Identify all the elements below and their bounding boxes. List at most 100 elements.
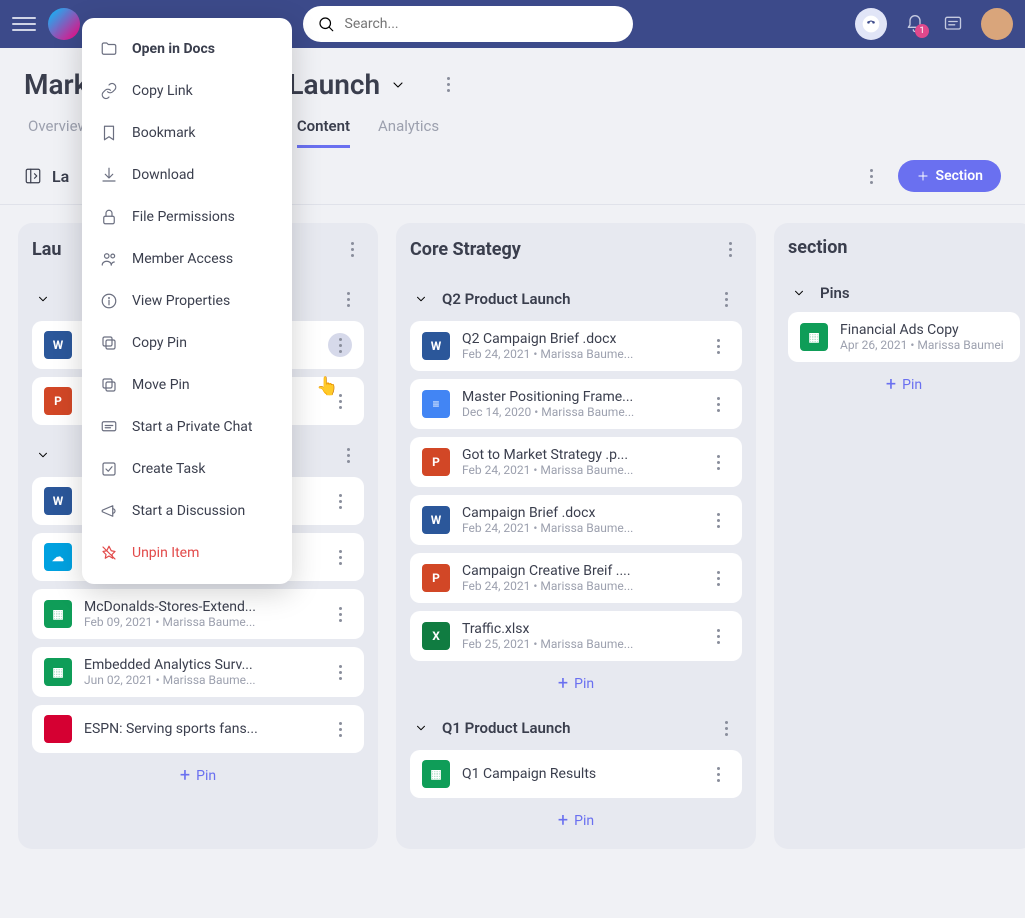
copy-icon bbox=[100, 334, 118, 352]
sheets-icon: ▦ bbox=[44, 658, 72, 686]
chat-icon bbox=[100, 418, 118, 436]
face-icon bbox=[861, 14, 881, 34]
card-menu[interactable] bbox=[706, 508, 730, 532]
column-title: Core Strategy bbox=[410, 239, 521, 260]
page-title-left: Mark bbox=[24, 68, 88, 101]
file-card[interactable]: W Q2 Campaign Brief .docxFeb 24, 2021 • … bbox=[410, 321, 742, 371]
add-pin-button[interactable]: +Pin bbox=[410, 798, 742, 835]
page-menu[interactable] bbox=[436, 73, 460, 97]
tab-overview[interactable]: Overview bbox=[28, 117, 89, 148]
group-title: Pins bbox=[820, 284, 850, 302]
brand-logo[interactable] bbox=[48, 8, 80, 40]
file-card[interactable]: ▦ McDonalds-Stores-Extend...Feb 09, 2021… bbox=[32, 589, 364, 639]
card-menu[interactable] bbox=[328, 545, 352, 569]
context-menu: Open in Docs Copy Link Bookmark Download… bbox=[82, 18, 292, 584]
subbar-label: La bbox=[52, 167, 69, 186]
group-menu[interactable] bbox=[336, 287, 360, 311]
add-pin-button[interactable]: +Pin bbox=[32, 753, 364, 790]
ctx-copy-link[interactable]: Copy Link bbox=[82, 70, 292, 112]
ctx-open-in-docs[interactable]: Open in Docs bbox=[82, 28, 292, 70]
card-menu[interactable] bbox=[328, 602, 352, 626]
search-input[interactable] bbox=[345, 16, 619, 32]
card-menu[interactable] bbox=[328, 660, 352, 684]
ctx-unpin-item[interactable]: Unpin Item bbox=[82, 532, 292, 574]
file-card[interactable]: W Campaign Brief .docxFeb 24, 2021 • Mar… bbox=[410, 495, 742, 545]
hamburger-menu[interactable] bbox=[12, 12, 36, 36]
page-title-right: Launch bbox=[288, 68, 380, 101]
file-card[interactable]: P Campaign Creative Breif ....Feb 24, 20… bbox=[410, 553, 742, 603]
word-icon: W bbox=[422, 332, 450, 360]
ctx-create-task[interactable]: Create Task bbox=[82, 448, 292, 490]
info-icon bbox=[100, 292, 118, 310]
chat-icon bbox=[943, 14, 963, 34]
ctx-move-pin[interactable]: Move Pin bbox=[82, 364, 292, 406]
chevron-down-icon[interactable] bbox=[792, 286, 806, 300]
file-card[interactable]: ▦ Q1 Campaign Results bbox=[410, 750, 742, 798]
add-pin-button[interactable]: +Pin bbox=[410, 661, 742, 698]
salesforce-icon: ☁ bbox=[44, 543, 72, 571]
group-menu[interactable] bbox=[336, 443, 360, 467]
user-avatar[interactable] bbox=[981, 8, 1013, 40]
card-menu[interactable] bbox=[328, 717, 352, 741]
task-icon bbox=[100, 460, 118, 478]
chevron-down-icon[interactable] bbox=[414, 292, 428, 306]
column-title: Lau bbox=[32, 239, 61, 260]
card-menu[interactable] bbox=[706, 762, 730, 786]
tab-analytics[interactable]: Analytics bbox=[378, 117, 439, 148]
download-icon bbox=[100, 166, 118, 184]
link-icon bbox=[100, 82, 118, 100]
card-menu[interactable] bbox=[328, 333, 352, 357]
file-card[interactable]: ≡ Master Positioning Frame...Dec 14, 202… bbox=[410, 379, 742, 429]
column-section: section Pins ▦ Financial Ads CopyApr 26,… bbox=[774, 223, 1025, 849]
powerpoint-icon: P bbox=[422, 448, 450, 476]
card-menu[interactable] bbox=[706, 334, 730, 358]
ctx-copy-pin[interactable]: Copy Pin bbox=[82, 322, 292, 364]
sheets-icon: ▦ bbox=[800, 323, 828, 351]
espn-icon bbox=[44, 715, 72, 743]
column-menu[interactable] bbox=[718, 237, 742, 261]
ctx-bookmark[interactable]: Bookmark bbox=[82, 112, 292, 154]
file-card[interactable]: ESPN: Serving sports fans... bbox=[32, 705, 364, 753]
search-box[interactable] bbox=[303, 6, 633, 42]
file-card[interactable]: X Traffic.xlsxFeb 25, 2021 • Marissa Bau… bbox=[410, 611, 742, 661]
add-pin-button[interactable]: +Pin bbox=[788, 362, 1020, 399]
ctx-start-private-chat[interactable]: Start a Private Chat bbox=[82, 406, 292, 448]
word-icon: W bbox=[422, 506, 450, 534]
sheets-icon: ▦ bbox=[422, 760, 450, 788]
chevron-down-icon[interactable] bbox=[36, 292, 50, 306]
messages-icon[interactable] bbox=[943, 14, 963, 34]
add-section-button[interactable]: Section bbox=[898, 160, 1001, 192]
card-menu[interactable] bbox=[706, 450, 730, 474]
ctx-start-discussion[interactable]: Start a Discussion bbox=[82, 490, 292, 532]
assistant-avatar[interactable] bbox=[855, 8, 887, 40]
column-menu[interactable] bbox=[340, 237, 364, 261]
group-menu[interactable] bbox=[714, 716, 738, 740]
ctx-download[interactable]: Download bbox=[82, 154, 292, 196]
chevron-down-icon[interactable] bbox=[390, 77, 406, 93]
file-card[interactable]: ▦ Embedded Analytics Surv...Jun 02, 2021… bbox=[32, 647, 364, 697]
chevron-down-icon[interactable] bbox=[36, 448, 50, 462]
lock-icon bbox=[100, 208, 118, 226]
plus-icon bbox=[916, 169, 930, 183]
file-card[interactable]: ▦ Financial Ads CopyApr 26, 2021 • Maris… bbox=[788, 312, 1020, 362]
ctx-member-access[interactable]: Member Access bbox=[82, 238, 292, 280]
ctx-file-permissions[interactable]: File Permissions bbox=[82, 196, 292, 238]
card-menu[interactable] bbox=[706, 624, 730, 648]
word-icon: W bbox=[44, 487, 72, 515]
tab-content[interactable]: Content bbox=[297, 117, 350, 148]
chevron-down-icon[interactable] bbox=[414, 721, 428, 735]
group-title: Q2 Product Launch bbox=[442, 290, 570, 308]
card-menu[interactable] bbox=[328, 489, 352, 513]
notification-bell[interactable]: 1 bbox=[905, 14, 925, 34]
collapse-icon[interactable] bbox=[24, 167, 42, 185]
card-menu[interactable] bbox=[706, 566, 730, 590]
card-menu[interactable] bbox=[706, 392, 730, 416]
column-title: section bbox=[788, 237, 847, 258]
ctx-view-properties[interactable]: View Properties bbox=[82, 280, 292, 322]
file-card[interactable]: P Got to Market Strategy .p...Feb 24, 20… bbox=[410, 437, 742, 487]
subbar-menu[interactable] bbox=[860, 164, 884, 188]
group-title: Q1 Product Launch bbox=[442, 719, 570, 737]
group-menu[interactable] bbox=[714, 287, 738, 311]
column-core-strategy: Core Strategy Q2 Product Launch W Q2 Cam… bbox=[396, 223, 756, 849]
search-icon bbox=[317, 15, 335, 33]
